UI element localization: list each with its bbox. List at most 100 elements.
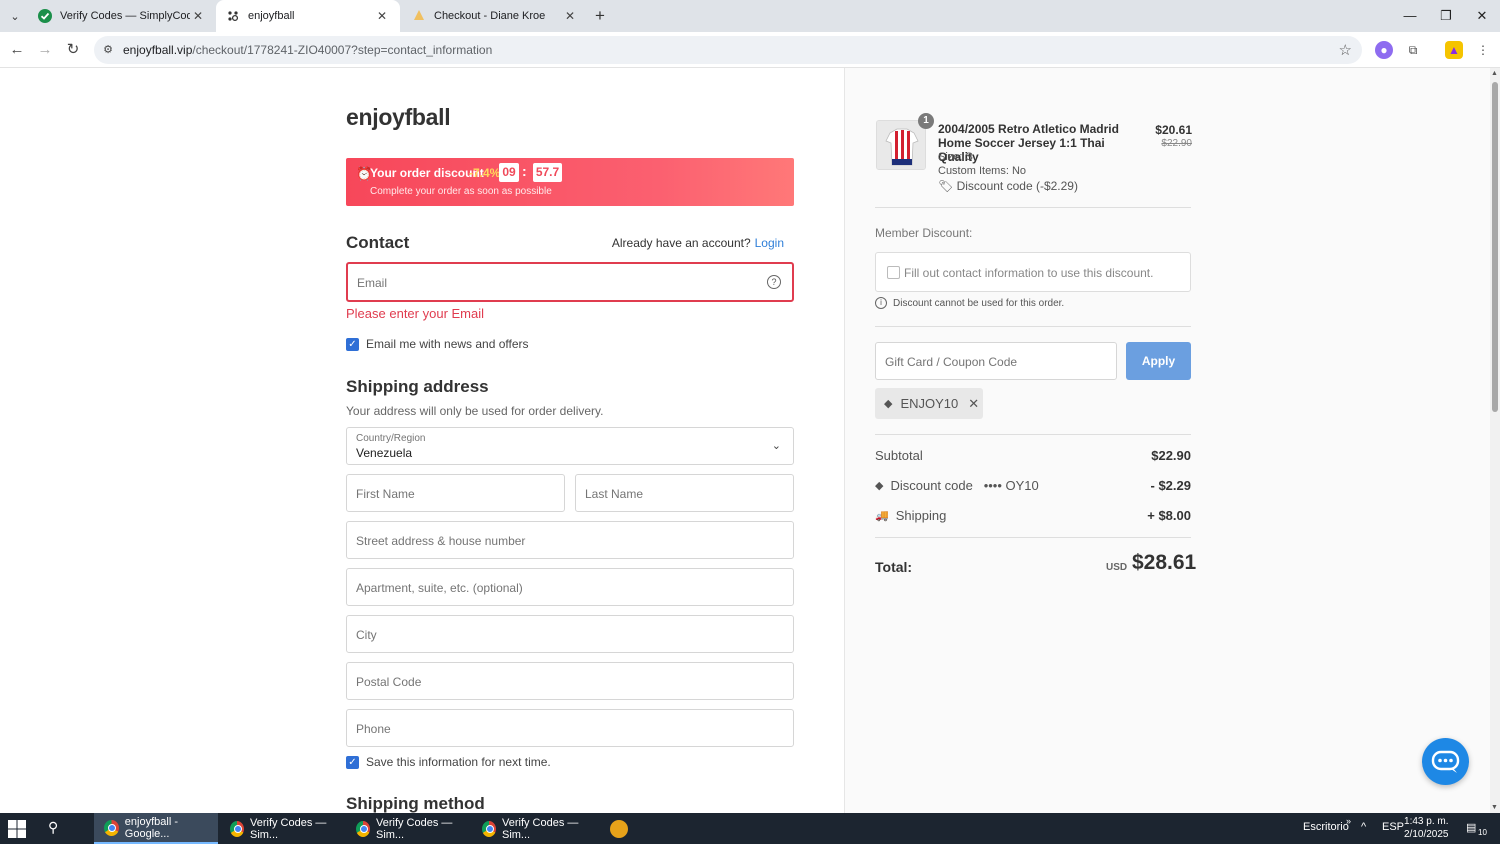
close-tab-icon[interactable]: ✕ (190, 9, 206, 23)
countdown-seconds: 57.7 (533, 163, 562, 182)
notifications-count: 10 (1478, 828, 1487, 837)
scrollbar-thumb[interactable] (1492, 82, 1498, 412)
taskbar-item-enjoyfball[interactable]: enjoyfball - Google... (94, 813, 218, 844)
back-arrow-icon[interactable]: ← (6, 39, 28, 61)
city-field[interactable]: City (346, 615, 794, 653)
browser-menu-icon[interactable]: ⋮ (1474, 41, 1492, 59)
address-bar[interactable]: ⚙ enjoyfball.vip/checkout/1778241-ZIO400… (94, 36, 1362, 64)
notifications-icon[interactable]: ▤ (1466, 821, 1476, 834)
save-info-option[interactable]: ✓ Save this information for next time. (346, 754, 551, 770)
chevron-down-icon: ⌄ (771, 440, 781, 452)
login-link[interactable]: Login (755, 236, 784, 250)
shipping-label-group: 🚚 Shipping (875, 508, 946, 523)
apply-coupon-button[interactable]: Apply (1126, 342, 1191, 380)
order-discount-banner: ⏰ Your order discount -7.4% 09 : 57.7 Co… (346, 158, 794, 206)
taskbar-item-verify-codes[interactable]: Verify Codes — Sim... (220, 813, 344, 844)
discount-label-group: ◆ Discount code •••• OY10 (875, 478, 1039, 493)
email-field[interactable]: Email ? (346, 262, 794, 302)
extension-circle-icon[interactable]: ● (1375, 41, 1393, 59)
member-discount-note: i Discount cannot be used for this order… (875, 297, 1064, 309)
taskbar-item-verify-codes[interactable]: Verify Codes — Sim... (472, 813, 596, 844)
close-window-icon[interactable]: ✕ (1464, 0, 1500, 32)
tab-verify-codes[interactable]: Verify Codes — SimplyCodes ✕ (28, 0, 216, 32)
shipping-address-heading: Shipping address (346, 377, 489, 396)
product-original-price: $22.90 (1161, 138, 1192, 149)
tab-enjoyfball[interactable]: enjoyfball ✕ (216, 0, 400, 32)
taskbar-item-label: enjoyfball - Google... (124, 815, 178, 840)
clock-time: 1:43 p. m. (1404, 816, 1449, 827)
country-region-select[interactable]: Country/Region Venezuela ⌄ (346, 427, 794, 465)
close-tab-icon[interactable]: ✕ (374, 9, 390, 23)
taskbar-clock[interactable]: 1:43 p. m. 2/10/2025 (1404, 815, 1449, 841)
reload-icon[interactable]: ↻ (62, 39, 84, 61)
news-offers-label: Email me with news and offers (366, 337, 529, 351)
truck-icon: 🚚 (875, 510, 889, 522)
url-text: enjoyfball.vip/checkout/1778241-ZIO40007… (123, 43, 493, 57)
tab-checkout-diane-kroe[interactable]: Checkout - Diane Kroe ✕ (402, 0, 588, 32)
site-info-icon[interactable]: ⚙ (100, 42, 116, 58)
taskbar-search-icon[interactable]: ⚲ (48, 819, 58, 836)
remove-coupon-icon[interactable]: ✕ (968, 396, 979, 412)
product-custom-items: Custom Items: No (938, 165, 1027, 177)
restore-window-icon[interactable]: ❐ (1428, 0, 1464, 32)
tab-title: Verify Codes — SimplyCodes (60, 10, 190, 22)
divider (875, 537, 1191, 538)
browser-tab-bar: ⌄ Verify Codes — SimplyCodes ✕ enjoyfbal… (0, 0, 1500, 32)
countdown-minutes: 09 (499, 163, 519, 182)
postal-code-placeholder: Postal Code (356, 675, 422, 689)
street-address-field[interactable]: Street address & house number (346, 521, 794, 559)
promo-percent: -7.4% (469, 166, 501, 180)
scroll-up-arrow-icon[interactable]: ▲ (1491, 70, 1498, 77)
last-name-field[interactable]: Last Name (575, 474, 794, 512)
product-thumbnail (876, 120, 926, 170)
postal-code-field[interactable]: Postal Code (346, 662, 794, 700)
divider (875, 326, 1191, 327)
forward-arrow-icon[interactable]: → (34, 39, 56, 61)
coupon-placeholder: Gift Card / Coupon Code (885, 355, 1018, 369)
profile-extension-icon[interactable]: ▲ (1445, 41, 1463, 59)
account-prompt-text: Already have an account? (611, 236, 751, 250)
windows-start-icon[interactable] (8, 820, 26, 838)
total-label: Total: (875, 559, 913, 575)
taskbar-item-app[interactable] (600, 813, 630, 844)
taskbar-item-label: Verify Codes — Sim... (375, 816, 453, 841)
chat-button[interactable] (1422, 738, 1469, 785)
app-orange-icon (610, 819, 628, 838)
taskbar-item-verify-codes[interactable]: Verify Codes — Sim... (346, 813, 470, 844)
toolbar-expand-icon[interactable]: » (1346, 816, 1351, 826)
minimize-window-icon[interactable]: — (1392, 0, 1428, 32)
bookmark-star-icon[interactable]: ☆ (1339, 41, 1352, 59)
store-brand[interactable]: enjoyfball (346, 104, 451, 131)
email-error-message: Please enter your Email (346, 306, 485, 321)
product-discount: 🏷 Discount code (-$2.29) (938, 179, 1078, 193)
save-info-label: Save this information for next time. (366, 755, 551, 769)
product-size: Size: S (938, 151, 973, 163)
save-info-checkbox[interactable]: ✓ (346, 755, 359, 769)
loading-favicon-icon (228, 11, 239, 22)
chrome-icon (356, 820, 370, 837)
new-tab-plus-icon[interactable]: + (590, 6, 610, 26)
applied-coupon-code: ENJOY10 (900, 396, 959, 411)
news-offers-checkbox[interactable]: ✓ (346, 337, 359, 351)
help-question-icon[interactable]: ? (767, 275, 781, 289)
news-offers-option[interactable]: ✓ Email me with news and offers (346, 336, 529, 352)
show-hidden-icons-chevron-icon[interactable]: ^ (1361, 821, 1366, 833)
phone-field[interactable]: Phone (346, 709, 794, 747)
language-indicator[interactable]: ESP (1382, 821, 1404, 833)
scroll-down-arrow-icon[interactable]: ▼ (1491, 804, 1498, 811)
subtotal-label: Subtotal (875, 448, 923, 463)
desktop-label[interactable]: Escritorio (1303, 821, 1349, 833)
first-name-field[interactable]: First Name (346, 474, 565, 512)
email-placeholder: Email (357, 276, 388, 290)
coupon-code-input[interactable]: Gift Card / Coupon Code (875, 342, 1117, 380)
extensions-puzzle-icon[interactable]: ⧉ (1404, 41, 1422, 59)
member-discount-option[interactable]: Fill out contact information to use this… (875, 252, 1191, 292)
member-discount-checkbox[interactable] (887, 266, 900, 279)
browser-toolbar: ← → ↻ ⚙ enjoyfball.vip/checkout/1778241-… (0, 32, 1500, 68)
page-scrollbar[interactable]: ▲ ▼ (1490, 68, 1500, 813)
apartment-field[interactable]: Apartment, suite, etc. (optional) (346, 568, 794, 606)
tab-search-chevron-icon[interactable]: ⌄ (4, 6, 26, 26)
member-discount-label: Member Discount: (875, 226, 973, 240)
tab-title: enjoyfball (248, 10, 295, 22)
close-tab-icon[interactable]: ✕ (562, 9, 578, 23)
